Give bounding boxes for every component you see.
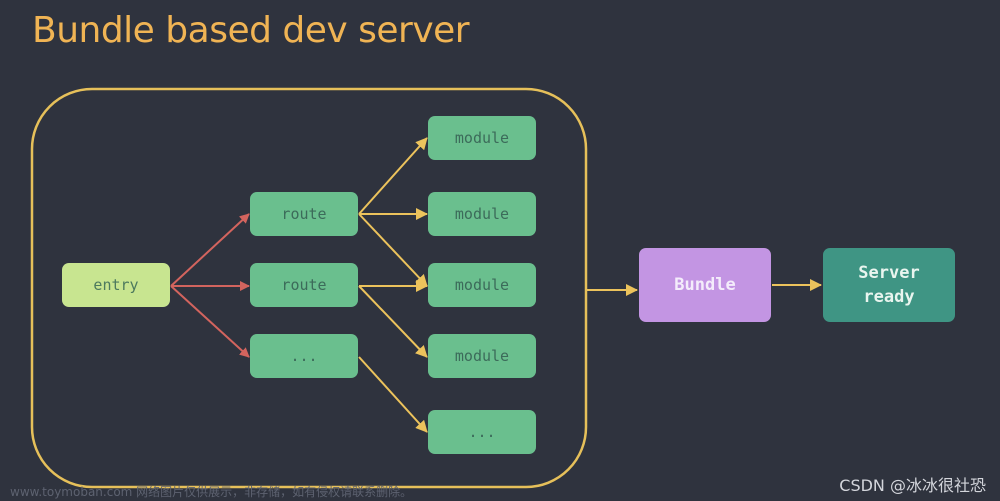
module-label: module (454, 347, 510, 365)
route-node-1: route (250, 192, 358, 236)
edge-entry-to-route-3 (170, 285, 250, 358)
server-ready-node: Server ready (823, 248, 955, 322)
entry-label: entry (93, 276, 139, 294)
watermark-left: www.toymoban.com 网络图片仅供展示，非存储，如有侵权请联系删除。 (10, 485, 413, 499)
module-node-3: module (428, 263, 536, 307)
module-label: module (454, 205, 510, 223)
module-node-2: module (428, 192, 536, 236)
route-label: route (281, 205, 327, 223)
route-node-3: ... (250, 334, 358, 378)
module-node-1: module (428, 116, 536, 160)
edge-entry-to-route-1 (170, 213, 250, 287)
route-label: ... (290, 347, 318, 365)
edge-route-2-to-module-4 (358, 285, 428, 358)
bundle-node: Bundle (639, 248, 771, 322)
entry-node: entry (62, 263, 170, 307)
edge-route-1-to-module-1 (358, 137, 428, 215)
edge-route-1-to-module-3 (358, 213, 428, 287)
csdn-author-watermark: CSDN @冰冰很社恐 (839, 476, 986, 495)
route-label: route (281, 276, 327, 294)
module-node-5: ... (428, 410, 536, 454)
route-node-2: route (250, 263, 358, 307)
edge-route-3-to-module-5 (358, 356, 428, 433)
module-label: ... (468, 423, 496, 441)
bundle-label: Bundle (674, 275, 736, 295)
server-label: Server ready (858, 263, 920, 307)
module-label: module (454, 276, 510, 294)
module-node-4: module (428, 334, 536, 378)
module-label: module (454, 129, 510, 147)
